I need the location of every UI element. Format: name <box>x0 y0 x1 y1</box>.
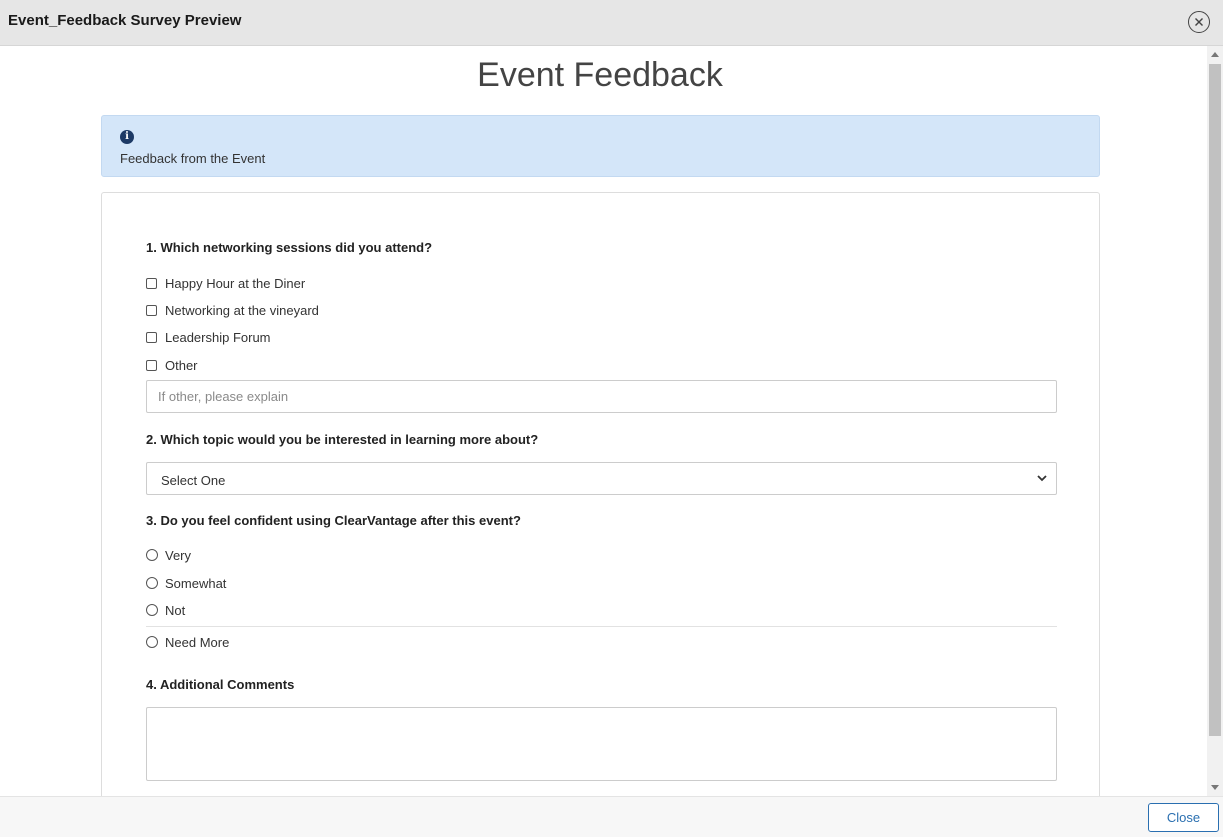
checkbox[interactable] <box>146 359 157 371</box>
survey-scroll-area[interactable]: Event Feedback i Feedback from the Event… <box>0 46 1223 796</box>
q1-option-other[interactable]: Other <box>146 356 198 374</box>
topic-select[interactable]: Select One <box>146 462 1057 495</box>
info-icon: i <box>120 130 134 144</box>
close-x-glyph <box>1195 18 1203 26</box>
question-2-label: 2. Which topic would you be interested i… <box>146 432 539 447</box>
radio-button[interactable] <box>146 549 158 561</box>
info-text: Feedback from the Event <box>120 151 266 166</box>
question-3-label: 3. Do you feel confident using ClearVant… <box>146 513 521 528</box>
option-label: Happy Hour at the Diner <box>165 275 306 291</box>
scrollbar-thumb[interactable] <box>1209 64 1221 736</box>
radio-button[interactable] <box>146 577 158 589</box>
radio-button[interactable] <box>146 604 158 616</box>
survey-title: Event Feedback <box>477 56 723 94</box>
q3-option-very[interactable]: Very <box>146 546 191 564</box>
radio-button[interactable] <box>146 636 158 648</box>
option-label: Networking at the vineyard <box>165 302 319 318</box>
question-1-label: 1. Which networking sessions did you att… <box>146 240 433 255</box>
divider <box>146 626 1057 627</box>
scroll-up-arrow-icon[interactable] <box>1211 52 1219 57</box>
select-value: Select One <box>161 473 226 488</box>
option-label: Somewhat <box>165 575 227 591</box>
checkbox[interactable] <box>146 331 157 343</box>
q1-option-vineyard[interactable]: Networking at the vineyard <box>146 301 319 319</box>
q3-option-need-more[interactable]: Need More <box>146 633 229 651</box>
close-circle-icon[interactable] <box>1188 11 1210 33</box>
option-label: Very <box>165 547 192 563</box>
question-4-label: 4. Additional Comments <box>146 677 295 692</box>
q3-option-not[interactable]: Not <box>146 601 185 619</box>
modal-header: Event_Feedback Survey Preview <box>0 0 1223 46</box>
option-label: Other <box>165 357 198 373</box>
option-label: Need More <box>165 634 230 650</box>
scroll-down-arrow-icon[interactable] <box>1211 785 1219 790</box>
modal-title: Event_Feedback Survey Preview <box>8 12 242 29</box>
q3-option-somewhat[interactable]: Somewhat <box>146 574 226 592</box>
additional-comments-textarea[interactable] <box>146 707 1057 781</box>
survey-form: 1. Which networking sessions did you att… <box>101 192 1100 796</box>
checkbox[interactable] <box>146 304 157 316</box>
option-label: Leadership Forum <box>165 329 271 345</box>
info-banner: i Feedback from the Event <box>101 115 1100 177</box>
vertical-scrollbar[interactable] <box>1207 46 1223 796</box>
q1-option-happy-hour[interactable]: Happy Hour at the Diner <box>146 274 305 292</box>
close-button[interactable]: Close <box>1148 803 1219 832</box>
chevron-down-icon <box>1037 475 1047 482</box>
modal-footer: Close <box>0 796 1223 837</box>
q1-option-leadership-forum[interactable]: Leadership Forum <box>146 328 271 346</box>
option-label: Not <box>165 602 186 618</box>
checkbox[interactable] <box>146 277 157 289</box>
other-explain-input[interactable] <box>146 380 1057 413</box>
